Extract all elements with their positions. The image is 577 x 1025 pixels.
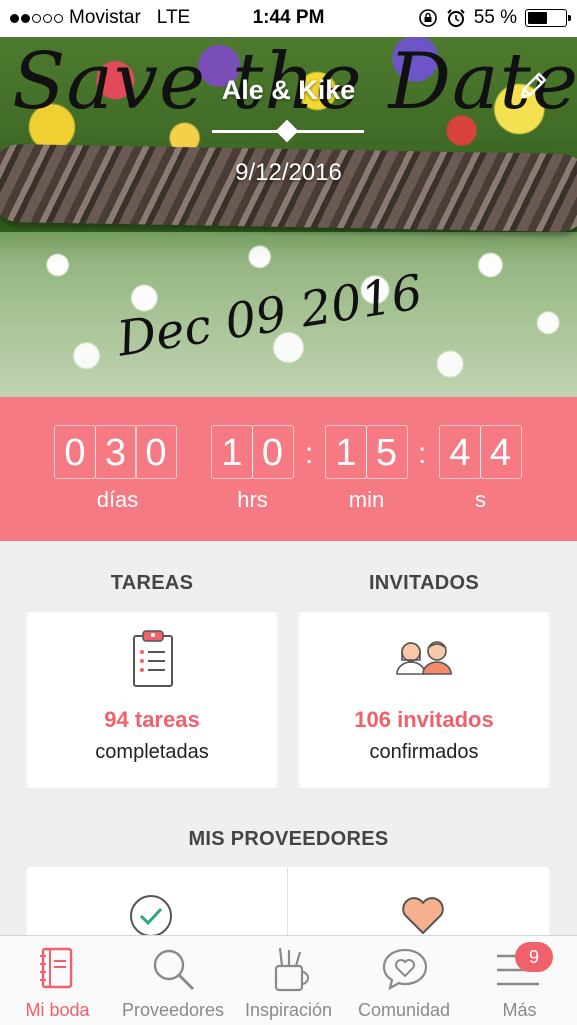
tasks-section-title: TAREAS	[110, 572, 194, 594]
guests-count: 106 invitados	[354, 707, 494, 732]
tab-label: Proveedores	[121, 1000, 225, 1020]
countdown-panel: 0 3 0 1 0 : 1 5 : 4 4 días hrs min s	[0, 397, 577, 541]
seconds-digit: 4	[479, 425, 522, 479]
tasks-subtitle: completadas	[95, 741, 209, 763]
guests-section-title: INVITADOS	[368, 572, 480, 594]
colon-separator: :	[418, 437, 427, 470]
couple-guests-icon	[396, 641, 452, 675]
guests-card[interactable]: 106 invitados confirmados	[299, 612, 549, 788]
hours-digit: 1	[211, 425, 253, 479]
days-label: días	[96, 487, 139, 512]
seconds-digit: 4	[439, 425, 481, 479]
check-circle-icon	[130, 895, 172, 937]
clipboard-checklist-icon	[133, 630, 173, 687]
minutes-label: min	[348, 487, 385, 512]
colon-separator: :	[305, 437, 314, 470]
tab-label: Mi boda	[25, 1000, 90, 1020]
chat-heart-icon	[382, 948, 428, 991]
minutes-digit: 1	[325, 425, 367, 479]
rope-image	[0, 143, 577, 233]
rotation-lock-icon	[418, 9, 437, 27]
tasks-count: 94 tareas	[104, 707, 200, 732]
tab-comunidad[interactable]: Comunidad	[346, 936, 462, 1025]
pencil-cup-icon	[274, 947, 309, 992]
days-digit: 0	[54, 425, 96, 479]
seconds-label: s	[475, 487, 486, 512]
tab-label: Más	[502, 1000, 537, 1020]
days-digit: 0	[135, 425, 177, 479]
hours-label: hrs	[237, 487, 268, 512]
edit-pencil-icon[interactable]	[516, 69, 550, 103]
search-icon	[153, 949, 195, 991]
battery-icon	[525, 9, 571, 27]
hours-digit: 0	[251, 425, 294, 479]
notification-badge: 9	[515, 942, 553, 972]
minutes-digit: 5	[365, 425, 408, 479]
status-right: 55 %	[418, 7, 571, 29]
hero-banner: Save the Date Ale & Kike 9/12/2016 Dec 0…	[0, 37, 577, 397]
tab-label: Comunidad	[357, 1000, 451, 1020]
tasks-card[interactable]: 94 tareas completadas	[27, 612, 277, 788]
heart-icon	[402, 897, 444, 934]
seconds-digits: 4 4	[439, 425, 522, 479]
battery-percent: 55 %	[473, 7, 517, 28]
notebook-icon	[40, 947, 73, 989]
tab-mi-boda[interactable]: Mi boda	[0, 936, 115, 1025]
guests-subtitle: confirmados	[369, 741, 479, 763]
alarm-icon	[446, 9, 465, 27]
tab-proveedores[interactable]: Proveedores	[115, 936, 231, 1025]
tab-inspiracion[interactable]: Inspiración	[231, 936, 346, 1025]
couple-names: Ale & Kike	[221, 75, 356, 105]
wedding-date: 9/12/2016	[235, 159, 342, 186]
providers-section-title: MIS PROVEEDORES	[188, 828, 389, 850]
days-digits: 0 3 0	[54, 425, 177, 479]
tab-bar: Mi boda Proveedores Inspiración Comunida…	[0, 935, 577, 1025]
minutes-digits: 1 5	[325, 425, 408, 479]
tab-label: Inspiración	[244, 1000, 333, 1020]
days-digit: 3	[94, 425, 137, 479]
status-bar: Movistar LTE 1:44 PM 55 %	[0, 0, 577, 37]
hours-digits: 1 0	[211, 425, 294, 479]
